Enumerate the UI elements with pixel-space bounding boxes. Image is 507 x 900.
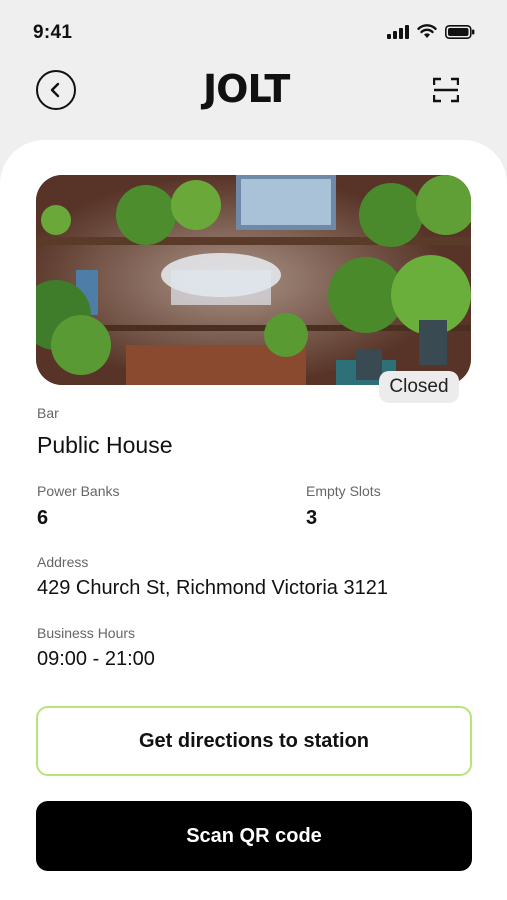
- station-name: Public House: [37, 432, 173, 458]
- address-label: Address: [37, 554, 89, 570]
- app-header: JOLT: [0, 60, 507, 130]
- qr-scan-icon[interactable]: [433, 77, 459, 103]
- status-badge: Closed: [379, 371, 459, 403]
- status-time: 9:41: [33, 22, 73, 43]
- station-photo: [36, 175, 471, 385]
- battery-icon: [445, 24, 475, 39]
- business-hours-label: Business Hours: [37, 625, 136, 641]
- wifi-icon: [417, 24, 437, 38]
- chevron-left-icon: [50, 82, 60, 98]
- empty-slots-label: Empty Slots: [306, 483, 381, 499]
- business-hours-value: 09:00 - 21:00: [37, 648, 155, 670]
- signal-icon: [387, 24, 409, 39]
- status-icons: [387, 24, 475, 39]
- jolt-logo: JOLT: [203, 67, 290, 111]
- power-banks-label: Power Banks: [37, 483, 120, 499]
- get-directions-button[interactable]: Get directions to station: [36, 706, 472, 776]
- empty-slots-value: 3: [306, 507, 318, 529]
- back-button[interactable]: [36, 70, 76, 110]
- address-value: 429 Church St, Richmond Victoria 3121: [37, 577, 388, 599]
- category-label: Bar: [37, 405, 59, 421]
- scan-qr-button[interactable]: Scan QR code: [36, 801, 472, 871]
- status-bar: 9:41: [0, 0, 507, 60]
- power-banks-value: 6: [37, 507, 49, 529]
